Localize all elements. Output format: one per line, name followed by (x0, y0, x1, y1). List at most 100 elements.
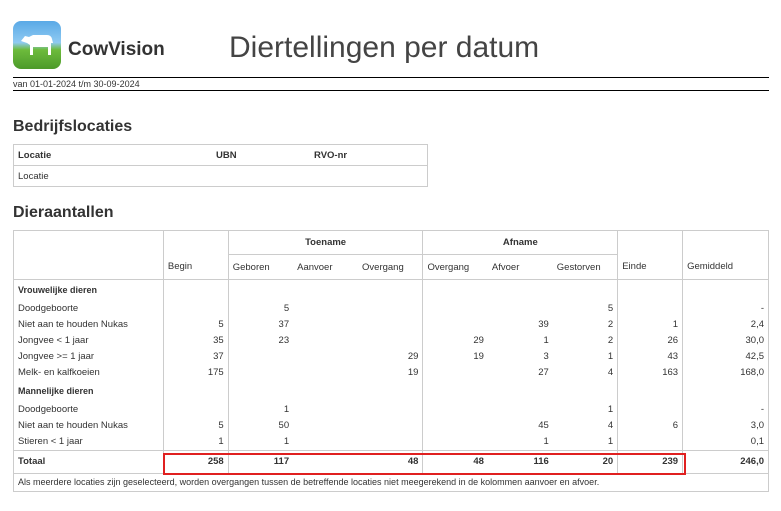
table-cell: 5 (227, 300, 294, 317)
table-cell (293, 401, 358, 417)
brand-name: CowVision (68, 39, 165, 60)
section-label: Mannelijke dieren (18, 385, 94, 396)
table-cell: 1 (162, 433, 229, 450)
table-cell: 175 (162, 364, 229, 381)
table-cell (358, 433, 423, 450)
section-label: Vrouwelijke dieren (18, 285, 98, 295)
table-cell: - (682, 300, 769, 317)
page-title: Diertellingen per datum (229, 31, 540, 64)
table-cell (422, 316, 488, 333)
col-header: UBN (212, 144, 310, 166)
table-cell (488, 401, 553, 417)
table-cell: 42,5 (682, 348, 769, 365)
table-cell: 23 (227, 332, 294, 349)
total-highlight (163, 453, 686, 475)
col-header: Gemiddeld (682, 254, 769, 280)
table-cell: 2 (607, 318, 614, 330)
table-cell: 50 (227, 417, 294, 434)
row-label: Niet aan te houden Nukas (18, 318, 128, 330)
table-cell: 27 (538, 367, 549, 379)
col-header: Gestorven (552, 254, 618, 280)
col-header: Afvoer (487, 254, 553, 280)
header-divider (13, 77, 769, 78)
table-cell (358, 332, 423, 348)
table-cell: 2 (607, 334, 614, 346)
table-cell: 168,0 (682, 364, 769, 381)
row-label: Stieren < 1 jaar (18, 435, 83, 447)
table-cell (162, 300, 229, 317)
table-cell (293, 417, 358, 433)
table-cell: 5 (162, 316, 229, 333)
table-cell: 1 (607, 351, 614, 363)
col-header: Begin (162, 254, 229, 280)
table-cell (358, 401, 423, 417)
table-cell (293, 365, 358, 381)
table-row: Stieren < 1 jaar 1 1 1 1 0,1 (14, 433, 769, 450)
table-cell (293, 332, 358, 348)
header-divider (13, 90, 769, 91)
col-header: Overgang (422, 254, 488, 280)
table-cell (162, 400, 229, 418)
table-cell (293, 316, 358, 332)
row-label: Doodgeboorte (18, 403, 79, 415)
table-row: Niet aan te houden Nukas 5 37 39 2 1 2,4 (14, 316, 769, 333)
table-cell (617, 300, 683, 317)
table-cell: 1 (543, 435, 549, 447)
table-cell: 1 (227, 400, 294, 418)
table-cell: 1 (607, 403, 614, 415)
table-cell: 246,0 (682, 449, 769, 474)
table-cell: 5 (162, 417, 229, 434)
row-label: Jongvee >= 1 jaar (18, 351, 95, 363)
locations-heading: Bedrijfslocaties (13, 118, 133, 135)
table-cell (422, 433, 488, 450)
table-cell (422, 417, 488, 434)
table-cell: 4 (607, 367, 614, 379)
cowvision-logo (13, 21, 61, 69)
row-label: Niet aan te houden Nukas (18, 419, 128, 431)
table-cell: 163 (617, 364, 683, 381)
location-row: Locatie (13, 165, 428, 187)
footnote: Als meerdere locaties zijn geselecteerd,… (13, 472, 769, 491)
table-cell (617, 400, 683, 418)
col-header: Overgang (358, 254, 423, 280)
table-cell: 35 (162, 332, 229, 349)
table-cell: 19 (407, 367, 419, 379)
table-row: Melk- en kalfkoeien 175 19 27 4 163 168,0 (14, 364, 769, 381)
table-cell: 5 (607, 302, 614, 314)
table-cell (227, 348, 294, 365)
table-cell: 3 (543, 351, 549, 363)
row-label: Totaal (13, 449, 164, 474)
locations-table: Locatie UBN RVO-nr Locatie (13, 144, 428, 187)
table-cell: 2,4 (682, 316, 769, 333)
table-cell (227, 364, 294, 381)
table-cell (358, 300, 423, 316)
table-cell: 19 (422, 348, 488, 365)
table-cell: 29 (422, 332, 488, 349)
group-afname: Afname (422, 230, 618, 255)
table-cell: 3,0 (682, 417, 769, 434)
table-cell (617, 433, 683, 450)
table-cell (422, 300, 488, 317)
table-row: Doodgeboorte 5 5 - (14, 300, 769, 317)
table-cell (422, 364, 488, 381)
table-row: Niet aan te houden Nukas 5 50 45 4 6 3,0 (14, 417, 769, 434)
table-cell (293, 433, 358, 450)
table-cell: 45 (538, 419, 549, 431)
table-cell: 1 (227, 433, 294, 450)
table-cell: 30,0 (682, 332, 769, 349)
table-cell (422, 400, 488, 418)
table-cell: 6 (617, 417, 683, 434)
row-label: Jongvee < 1 jaar (18, 334, 89, 346)
table-cell: 4 (607, 419, 614, 431)
group-toename: Toename (227, 230, 423, 255)
table-cell: 43 (617, 348, 683, 365)
table-cell (293, 349, 358, 365)
col-header: Einde (617, 254, 683, 280)
table-cell: 26 (617, 332, 683, 349)
table-cell: 1 (617, 316, 683, 333)
table-cell (358, 417, 423, 433)
table-cell: 37 (227, 316, 294, 333)
table-cell (358, 316, 423, 332)
table-cell: 29 (407, 351, 419, 363)
table-cell (488, 300, 553, 316)
